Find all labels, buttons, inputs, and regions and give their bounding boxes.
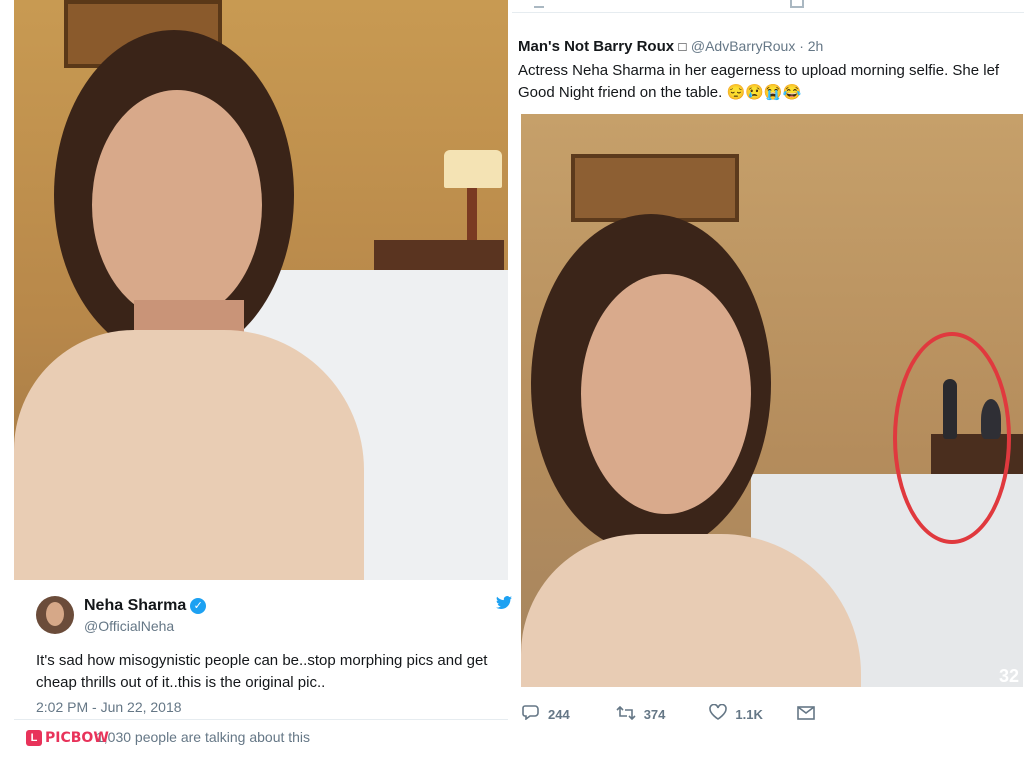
face — [581, 274, 751, 514]
retweet-button[interactable]: 374 — [616, 705, 666, 725]
tweet-text-line-2: Good Night friend on the table. 😔😢😭😂 — [518, 84, 802, 101]
like-count: 1.1K — [735, 707, 763, 722]
face — [92, 90, 262, 320]
lamp-base — [467, 188, 477, 248]
tweet-timestamp[interactable]: 2:02 PM - Jun 22, 2018 — [36, 699, 182, 715]
picbow-watermark: L PICBOW — [26, 728, 109, 748]
retweet-icon — [616, 705, 636, 725]
right-screenshot-panel: Man's Not Barry Roux □ @AdvBarryRoux · 2… — [512, 0, 1024, 768]
corner-overlay-number: 32 — [999, 666, 1020, 686]
lamp-shade — [444, 150, 502, 188]
reply-icon — [522, 704, 540, 725]
like-button[interactable]: 1.1K — [709, 703, 763, 725]
author-line: Man's Not Barry Roux □ @AdvBarryRoux · 2… — [518, 38, 823, 56]
tank-top — [14, 330, 364, 580]
emoji-reactions: 😔😢😭😂 — [726, 84, 802, 101]
name-emoji-box-icon: □ — [678, 39, 687, 54]
talking-about-count[interactable]: 1,030 people are talking about this — [96, 729, 310, 745]
picbow-logo-icon: L — [26, 730, 42, 746]
reply-count: 244 — [548, 707, 570, 722]
author-name[interactable]: Man's Not Barry Roux — [518, 38, 674, 55]
twitter-bird-icon[interactable] — [496, 596, 512, 610]
left-screenshot-panel: Neha Sharma ✓ @OfficialNeha It's sad how … — [0, 0, 513, 768]
envelope-icon — [797, 705, 815, 725]
watermark-text: PICBOW — [45, 730, 109, 746]
author-line: Neha Sharma ✓ — [84, 597, 207, 615]
author-handle-time[interactable]: @AdvBarryRoux · 2h — [691, 38, 823, 54]
red-circle-annotation — [893, 332, 1011, 544]
reply-button[interactable]: 244 — [522, 704, 570, 725]
author-handle[interactable]: @OfficialNeha — [84, 618, 174, 634]
heart-icon — [709, 703, 728, 725]
tweet-text: It's sad how misogynistic people can be.… — [36, 652, 488, 691]
window-frame — [571, 154, 739, 222]
tweet-text-line-1: Actress Neha Sharma in her eagerness to … — [518, 62, 1000, 79]
author-name[interactable]: Neha Sharma — [84, 597, 186, 614]
tweet-actions: 244 374 1.1K — [522, 703, 849, 725]
divider — [14, 719, 508, 720]
direct-message-button[interactable] — [797, 705, 823, 725]
selfie-photo-original[interactable] — [14, 0, 508, 580]
retweet-count: 374 — [643, 707, 666, 722]
selfie-photo-edited[interactable]: 32 — [521, 114, 1023, 687]
previous-tweet-edge — [512, 0, 1024, 13]
verified-badge-icon: ✓ — [190, 597, 207, 614]
avatar[interactable] — [36, 596, 74, 634]
